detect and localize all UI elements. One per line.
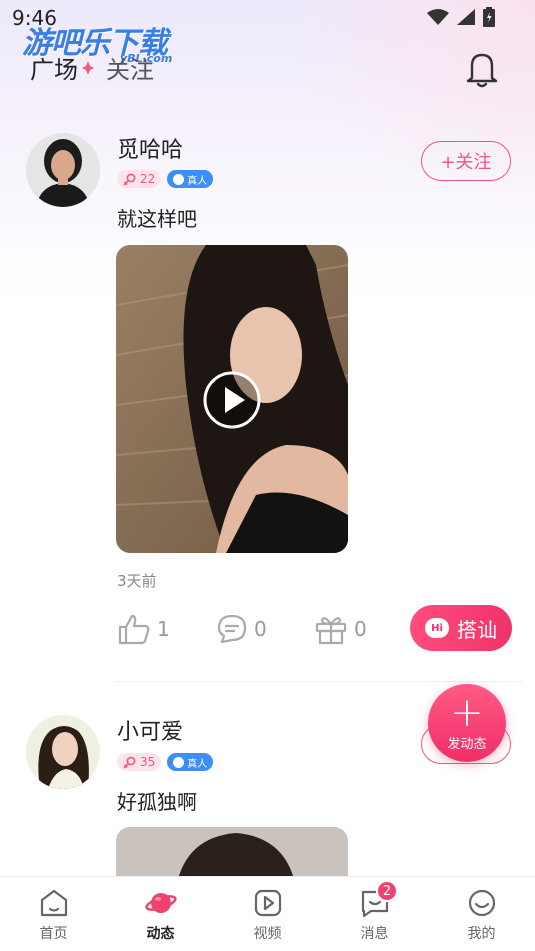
video-icon	[254, 889, 281, 917]
avatar-image	[26, 133, 100, 207]
follow-button[interactable]: +关注	[421, 141, 511, 181]
play-icon[interactable]	[202, 370, 262, 430]
signal-icon	[457, 9, 475, 25]
female-icon	[123, 756, 136, 769]
smile-icon	[468, 889, 495, 917]
nav-item-profile[interactable]: 我的	[428, 877, 535, 951]
fab-label: 发动态	[447, 736, 487, 752]
verified-label: 真人	[187, 758, 208, 770]
user-badges: 22 真人	[117, 170, 214, 188]
post-video[interactable]	[116, 245, 348, 553]
post-moment-button[interactable]: + 发动态	[428, 684, 506, 762]
verified-badge: 真人	[167, 753, 214, 771]
comment-button[interactable]: 0	[216, 613, 267, 645]
level-badge: 22	[117, 170, 162, 188]
header-tabs: 广场 关注	[30, 50, 154, 85]
sparkle-icon	[82, 60, 94, 75]
nav-item-moments[interactable]: 动态	[107, 877, 214, 951]
plus-icon: +	[450, 689, 484, 736]
nav-label: 首页	[39, 926, 68, 942]
bottom-nav: 首页 动态 视频 消息 我的	[0, 876, 535, 951]
level-badge: 35	[117, 753, 162, 771]
system-icons	[427, 7, 495, 27]
nav-item-video[interactable]: 视频	[214, 877, 321, 951]
post-divider	[116, 681, 522, 682]
nav-item-messages[interactable]: 消息	[321, 877, 428, 951]
bell-icon[interactable]	[462, 48, 502, 90]
tab-square[interactable]: 广场	[30, 50, 78, 85]
username[interactable]: 觅哈哈	[117, 132, 183, 164]
gift-count: 0	[354, 617, 367, 641]
nav-label: 视频	[253, 926, 282, 942]
post-caption: 就这样吧	[117, 207, 197, 231]
verified-label: 真人	[187, 175, 208, 187]
dashan-button[interactable]: Hi 搭讪	[410, 605, 512, 651]
avatar[interactable]	[26, 133, 100, 207]
nav-label: 我的	[467, 926, 496, 942]
avatar-image	[26, 715, 100, 789]
female-icon	[123, 173, 136, 186]
dashan-label: 搭讪	[457, 617, 497, 642]
gift-button[interactable]: 0	[314, 613, 367, 645]
like-count: 1	[157, 617, 170, 641]
message-count-badge: 2	[376, 880, 398, 902]
home-icon	[40, 889, 67, 917]
nav-item-home[interactable]: 首页	[0, 877, 107, 951]
avatar[interactable]	[26, 715, 100, 789]
post-caption: 好孤独啊	[117, 790, 197, 814]
thumbs-up-icon	[118, 614, 150, 645]
hi-icon: Hi	[425, 618, 449, 638]
gift-icon	[315, 617, 347, 645]
verified-badge: 真人	[167, 170, 214, 188]
post-time: 3天前	[117, 572, 157, 590]
verified-icon	[173, 173, 185, 185]
username[interactable]: 小可爱	[117, 714, 183, 746]
level-value: 35	[140, 755, 156, 769]
tab-follow[interactable]: 关注	[106, 50, 154, 85]
like-button[interactable]: 1	[117, 613, 170, 645]
comment-icon	[217, 614, 247, 644]
battery-icon	[483, 7, 495, 27]
wifi-icon	[427, 9, 449, 25]
level-value: 22	[140, 172, 156, 186]
nav-label: 动态	[146, 926, 175, 942]
planet-icon	[144, 893, 177, 913]
comment-count: 0	[254, 617, 267, 641]
verified-icon	[173, 756, 185, 768]
user-badges: 35 真人	[117, 753, 214, 771]
nav-label: 消息	[360, 926, 389, 942]
